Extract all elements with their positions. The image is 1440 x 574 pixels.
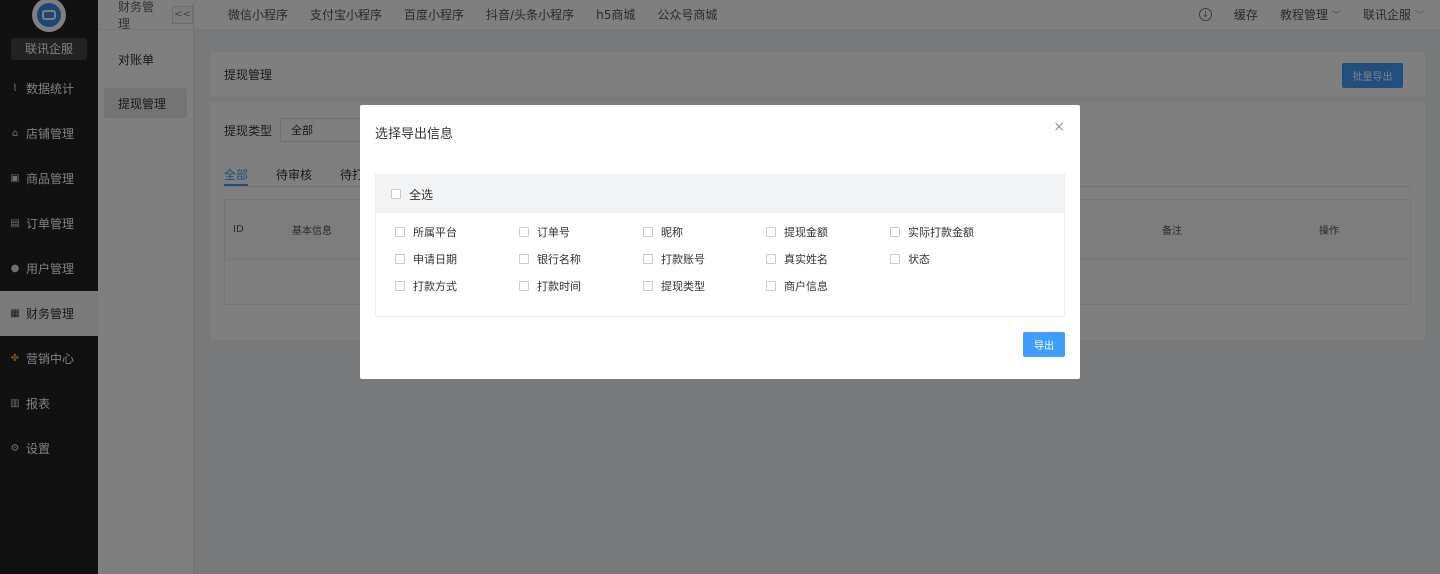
option-checkbox[interactable] — [890, 254, 900, 264]
field-option[interactable]: 提现类型 — [643, 278, 705, 294]
select-all-label: 全选 — [409, 187, 434, 202]
export-field-options: 所属平台 订单号 昵称 提现金额 实际打款金额 申请日期 银行名称 打款账号 真… — [376, 213, 1064, 317]
close-icon[interactable]: × — [1053, 119, 1065, 135]
field-option[interactable]: 真实姓名 — [766, 251, 828, 267]
option-checkbox[interactable] — [395, 254, 405, 264]
option-label: 所属平台 — [413, 226, 457, 239]
option-label: 昵称 — [661, 226, 683, 239]
option-checkbox[interactable] — [519, 281, 529, 291]
option-checkbox[interactable] — [395, 281, 405, 291]
option-label: 提现类型 — [661, 280, 705, 293]
dialog-title: 选择导出信息 — [375, 127, 454, 142]
option-label: 银行名称 — [537, 253, 581, 266]
option-checkbox[interactable] — [643, 254, 653, 264]
select-all-checkbox[interactable] — [391, 189, 401, 199]
option-checkbox[interactable] — [890, 227, 900, 237]
field-option[interactable]: 银行名称 — [519, 251, 581, 267]
option-label: 打款时间 — [537, 280, 581, 293]
field-option[interactable]: 实际打款金额 — [890, 224, 974, 240]
select-all-row[interactable]: 全选 — [376, 175, 1064, 213]
option-label: 打款方式 — [413, 280, 457, 293]
option-checkbox[interactable] — [519, 254, 529, 264]
field-option[interactable]: 打款时间 — [519, 278, 581, 294]
field-option[interactable]: 商户信息 — [766, 278, 828, 294]
option-label: 状态 — [908, 253, 930, 266]
option-checkbox[interactable] — [643, 227, 653, 237]
export-button[interactable]: 导出 — [1023, 332, 1065, 357]
option-label: 真实姓名 — [784, 253, 828, 266]
option-label: 申请日期 — [413, 253, 457, 266]
field-option[interactable]: 订单号 — [519, 224, 570, 240]
field-option[interactable]: 昵称 — [643, 224, 683, 240]
option-label: 商户信息 — [784, 280, 828, 293]
option-checkbox[interactable] — [766, 254, 776, 264]
option-checkbox[interactable] — [766, 281, 776, 291]
export-dialog: 选择导出信息 × 全选 所属平台 订单号 昵称 提现金额 实际打款金额 申请日期… — [360, 105, 1080, 379]
export-fields-box: 全选 所属平台 订单号 昵称 提现金额 实际打款金额 申请日期 银行名称 打款账… — [375, 174, 1065, 317]
option-checkbox[interactable] — [395, 227, 405, 237]
field-option[interactable]: 状态 — [890, 251, 930, 267]
option-label: 提现金额 — [784, 226, 828, 239]
field-option[interactable]: 所属平台 — [395, 224, 457, 240]
option-checkbox[interactable] — [643, 281, 653, 291]
option-checkbox[interactable] — [519, 227, 529, 237]
option-checkbox[interactable] — [766, 227, 776, 237]
field-option[interactable]: 打款账号 — [643, 251, 705, 267]
option-label: 实际打款金额 — [908, 226, 974, 239]
field-option[interactable]: 申请日期 — [395, 251, 457, 267]
option-label: 订单号 — [537, 226, 570, 239]
option-label: 打款账号 — [661, 253, 705, 266]
field-option[interactable]: 打款方式 — [395, 278, 457, 294]
field-option[interactable]: 提现金额 — [766, 224, 828, 240]
